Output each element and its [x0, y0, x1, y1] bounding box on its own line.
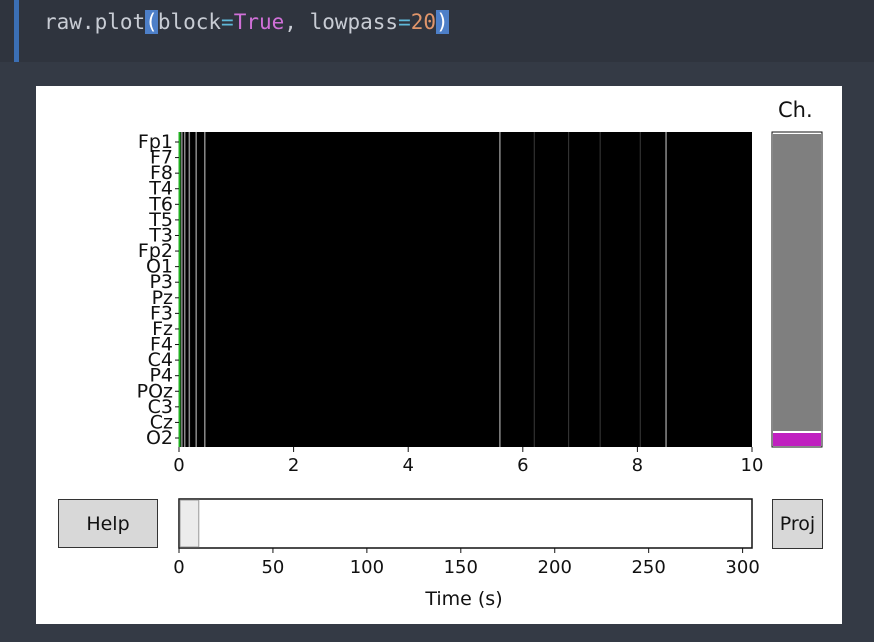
main-x-ticks: 0 2 4 6 8 10 — [173, 447, 763, 476]
time-x-ticks: 0 50 100 150 200 250 300 — [173, 548, 760, 578]
arg-lowpass-name: lowpass — [309, 10, 399, 34]
time-tick-label-0: 0 — [173, 557, 184, 578]
channel-panel-title: Ch. — [778, 98, 813, 122]
main-tick-label-8: 8 — [632, 455, 643, 476]
arg-block-eq: = — [221, 10, 234, 34]
arg-lowpass-eq: = — [398, 10, 411, 34]
arg-separator: , — [284, 10, 310, 34]
channel-label-O2: O2 — [146, 427, 173, 449]
main-tick-label-10: 10 — [741, 455, 764, 476]
main-tick-label-6: 6 — [517, 455, 528, 476]
main-tick-label-0: 0 — [173, 455, 184, 476]
proj-button[interactable]: Proj — [772, 499, 823, 549]
code-line[interactable]: raw.plot(block=True, lowpass=20) — [44, 8, 449, 36]
open-paren: ( — [145, 10, 158, 34]
code-cell[interactable]: raw.plot(block=True, lowpass=20) — [0, 0, 874, 62]
time-tick-label-200: 200 — [538, 557, 572, 578]
plot-figure: Fp1 F7 F8 T4 T6 T5 T3 Fp2 O1 P3 Pz F3 Fz F4 C4 P4 POz C3 C… — [36, 86, 842, 624]
time-tick-label-300: 300 — [725, 557, 759, 578]
main-tick-label-2: 2 — [288, 455, 299, 476]
time-tick-label-100: 100 — [350, 557, 384, 578]
cell-focus-bar — [14, 0, 19, 62]
channel-labels: Fp1F7F8T4T6T5T3Fp2O1P3PzF3FzF4C4P4POzC3C… — [137, 131, 179, 449]
time-axis-label: Time (s) — [425, 588, 503, 610]
code-function: raw.plot — [44, 10, 146, 34]
arg-block-name: block — [157, 10, 222, 34]
channel-selection-marker[interactable] — [773, 433, 821, 446]
channel-scroll-thumb[interactable] — [773, 134, 821, 431]
time-scroll-thumb[interactable] — [179, 499, 200, 548]
arg-block-value: True — [233, 10, 285, 34]
arg-lowpass-value: 20 — [410, 10, 437, 34]
time-scrollbar[interactable] — [178, 498, 753, 549]
main-tick-label-4: 4 — [402, 455, 413, 476]
close-paren: ) — [436, 10, 449, 34]
time-tick-label-250: 250 — [631, 557, 665, 578]
help-button[interactable]: Help — [58, 499, 158, 548]
time-tick-label-150: 150 — [444, 557, 478, 578]
time-tick-label-50: 50 — [261, 557, 284, 578]
